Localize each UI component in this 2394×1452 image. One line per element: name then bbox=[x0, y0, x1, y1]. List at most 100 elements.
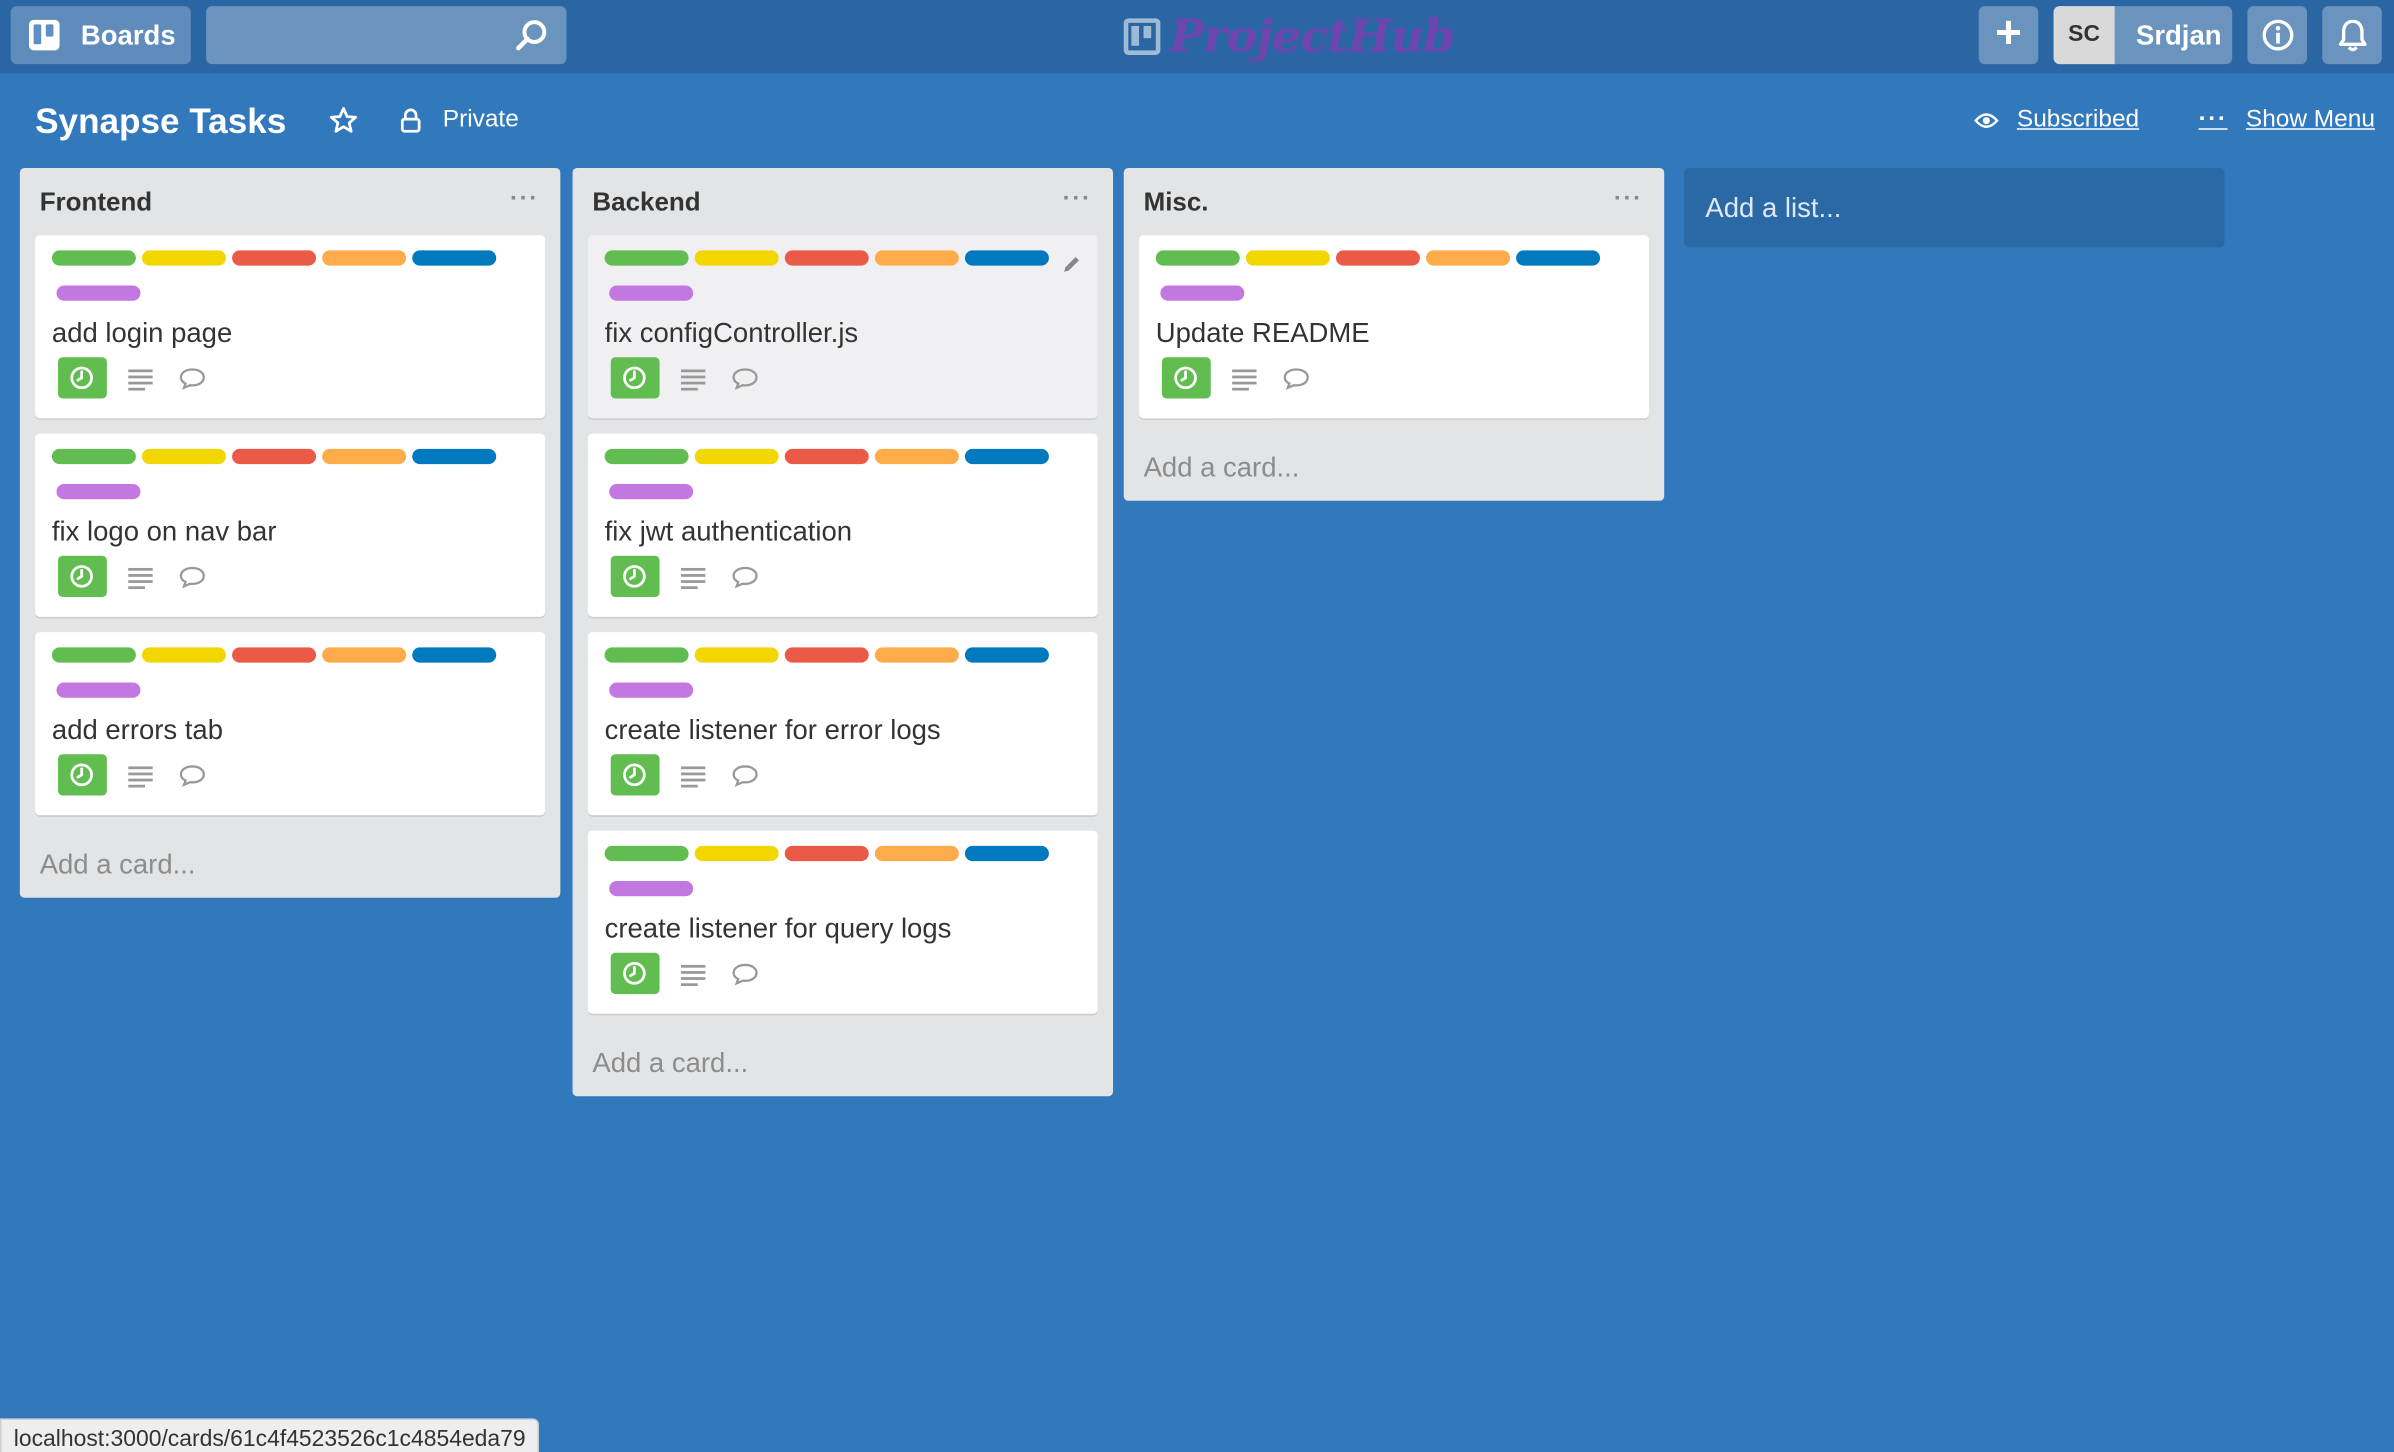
comment-icon bbox=[179, 367, 205, 390]
star-icon[interactable] bbox=[328, 105, 359, 136]
card-label bbox=[232, 448, 317, 465]
description-icon bbox=[1232, 368, 1257, 390]
card-label bbox=[694, 448, 779, 465]
card-label bbox=[141, 647, 226, 663]
card-labels bbox=[51, 448, 510, 476]
bell-icon bbox=[2338, 19, 2367, 52]
card-label bbox=[232, 250, 317, 266]
user-menu-button[interactable]: SC Srdjan bbox=[2053, 6, 2233, 65]
card-label bbox=[412, 250, 497, 266]
card-label bbox=[604, 647, 689, 663]
card-title: fix configController.js bbox=[604, 317, 859, 349]
eye-icon bbox=[1974, 113, 1999, 128]
list-menu-icon[interactable]: ··· bbox=[510, 186, 539, 213]
list-backend: Backend ··· fix configController.js fix … bbox=[572, 167, 1114, 1097]
card-label bbox=[56, 483, 141, 500]
card-badges bbox=[610, 754, 759, 796]
list-menu-icon[interactable]: ··· bbox=[1063, 186, 1092, 213]
card-label bbox=[51, 250, 136, 266]
card[interactable]: add login page bbox=[35, 235, 546, 419]
comment-icon bbox=[179, 566, 205, 588]
board-title[interactable]: Synapse Tasks bbox=[35, 101, 286, 142]
add-card-button[interactable]: Add a card... bbox=[20, 831, 560, 898]
description-icon bbox=[128, 567, 153, 589]
add-button[interactable]: + bbox=[1978, 6, 2039, 65]
boards-button[interactable]: Boards bbox=[10, 6, 191, 65]
add-card-button[interactable]: Add a card... bbox=[573, 1029, 1113, 1096]
card-label bbox=[1426, 250, 1511, 266]
card-title: add login page bbox=[51, 317, 233, 349]
list-frontend: Frontend ··· add login page fix logo on … bbox=[19, 167, 561, 898]
search-box[interactable] bbox=[206, 6, 567, 65]
card-label bbox=[964, 250, 1049, 266]
visibility-button[interactable]: Private bbox=[400, 107, 519, 134]
card-title: fix logo on nav bar bbox=[51, 516, 277, 547]
card[interactable]: fix configController.js bbox=[587, 235, 1098, 419]
clock-icon bbox=[70, 366, 93, 390]
due-date-badge bbox=[58, 754, 107, 796]
card-label bbox=[784, 448, 869, 465]
notifications-button[interactable] bbox=[2322, 6, 2382, 65]
card-label bbox=[1516, 250, 1601, 266]
card[interactable]: add errors tab bbox=[35, 632, 546, 816]
due-date-badge bbox=[610, 555, 660, 597]
card[interactable]: fix jwt authentication bbox=[587, 433, 1098, 617]
list-menu-icon[interactable]: ··· bbox=[1614, 186, 1643, 213]
card-label bbox=[1245, 250, 1330, 266]
boards-label: Boards bbox=[80, 19, 176, 50]
card-label bbox=[964, 448, 1049, 465]
list-title[interactable]: Backend bbox=[592, 188, 700, 219]
card-label bbox=[1155, 250, 1240, 266]
card-labels bbox=[604, 845, 1063, 873]
list-title[interactable]: Frontend bbox=[40, 188, 152, 219]
pencil-icon[interactable] bbox=[1061, 253, 1082, 274]
card[interactable]: Update README bbox=[1138, 235, 1649, 419]
card-title: create listener for query logs bbox=[604, 913, 952, 944]
app-logo[interactable]: ProjectHub bbox=[1123, 9, 1455, 64]
card-label bbox=[694, 845, 779, 862]
card-title: Update README bbox=[1155, 317, 1370, 349]
card-label bbox=[56, 682, 141, 698]
card-label bbox=[412, 448, 497, 465]
clock-icon bbox=[623, 366, 646, 390]
card-label bbox=[51, 647, 136, 663]
add-card-button[interactable]: Add a card... bbox=[1124, 434, 1664, 501]
list-header: Misc. ··· bbox=[1124, 168, 1664, 235]
description-icon bbox=[680, 368, 706, 390]
due-date-badge bbox=[58, 357, 107, 399]
card-label bbox=[874, 448, 959, 465]
card-label bbox=[322, 647, 407, 663]
card-label bbox=[784, 845, 869, 862]
search-icon[interactable] bbox=[515, 18, 549, 52]
add-list-button[interactable]: Add a list... bbox=[1684, 167, 2225, 248]
card-label bbox=[604, 250, 689, 266]
boards-icon bbox=[29, 19, 60, 51]
comment-icon bbox=[179, 764, 205, 787]
search-input[interactable] bbox=[206, 6, 567, 65]
list-title[interactable]: Misc. bbox=[1144, 188, 1209, 219]
list-header: Backend ··· bbox=[573, 168, 1113, 235]
card-label bbox=[56, 285, 141, 301]
username: Srdjan bbox=[2135, 19, 2222, 50]
list-misc: Misc. ··· Update README Add a card... bbox=[1123, 167, 1665, 501]
card-title: add errors tab bbox=[51, 714, 224, 746]
card-label bbox=[1335, 250, 1420, 266]
card-badges bbox=[610, 555, 759, 597]
status-url: localhost:3000/cards/61c4f4523526c1c4854… bbox=[0, 1418, 540, 1452]
card[interactable]: create listener for query logs bbox=[587, 830, 1098, 1014]
subscribed-button[interactable]: Subscribed bbox=[1974, 107, 2139, 134]
card-label bbox=[784, 250, 869, 266]
description-icon bbox=[128, 368, 153, 390]
due-date-badge bbox=[610, 952, 660, 994]
card-label bbox=[232, 647, 317, 663]
show-menu-button[interactable]: ··· Show Menu bbox=[2199, 107, 2375, 134]
card[interactable]: fix logo on nav bar bbox=[35, 433, 546, 617]
visibility-label: Private bbox=[442, 106, 519, 133]
clock-icon bbox=[70, 565, 93, 588]
card-label bbox=[322, 448, 407, 465]
card-labels bbox=[604, 647, 1063, 674]
card[interactable]: create listener for error logs bbox=[587, 632, 1098, 816]
card-labels bbox=[604, 250, 1063, 277]
info-button[interactable] bbox=[2247, 6, 2307, 65]
card-label bbox=[694, 647, 779, 663]
